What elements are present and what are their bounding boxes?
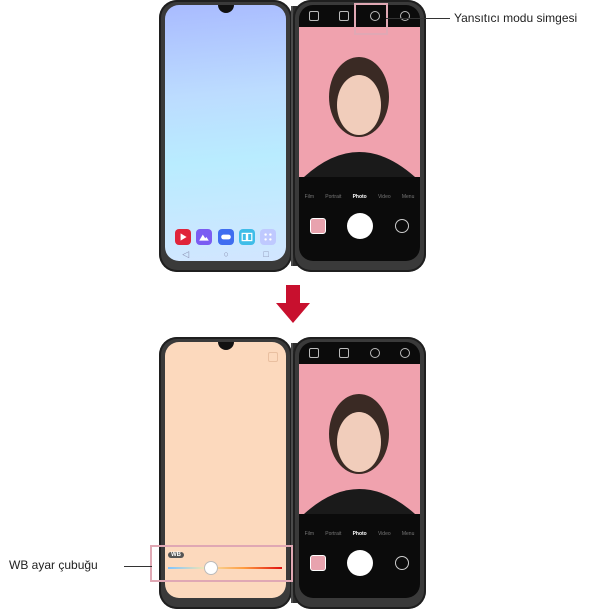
mode-menu[interactable]: Menu — [402, 194, 415, 200]
portrait-image — [304, 57, 415, 177]
back-icon[interactable]: ◁ — [182, 249, 189, 260]
app-dock — [175, 229, 276, 245]
mode-film[interactable]: Film — [305, 531, 314, 537]
mirror-mode-small-icon[interactable] — [268, 352, 278, 362]
mode-video[interactable]: Video — [378, 531, 391, 537]
camera-top-bar — [299, 342, 420, 364]
gallery-icon[interactable] — [196, 229, 213, 245]
mirror-icon-highlight — [354, 3, 388, 35]
flash-icon[interactable] — [339, 348, 350, 358]
mode-video[interactable]: Video — [378, 194, 391, 200]
settings-icon[interactable] — [309, 348, 320, 358]
recents-icon[interactable]: □ — [263, 249, 268, 260]
shutter-button[interactable] — [347, 550, 374, 576]
mirror-mode-icon[interactable] — [369, 348, 380, 358]
youtube-icon[interactable] — [175, 229, 191, 245]
mode-photo[interactable]: Photo — [353, 531, 367, 537]
arrow-down-icon — [276, 285, 310, 323]
mode-menu[interactable]: Menu — [402, 531, 415, 537]
shutter-button[interactable] — [347, 213, 374, 239]
mode-photo[interactable]: Photo — [353, 194, 367, 200]
gallery-thumbnail[interactable] — [309, 218, 326, 234]
mode-film[interactable]: Film — [305, 194, 314, 200]
mode-selector: Film Portrait Photo Video Menu — [299, 531, 420, 537]
switch-camera-icon[interactable] — [395, 556, 410, 570]
wb-bar-highlight — [150, 545, 293, 582]
right-phone-body-mirror: Film Portrait Photo Video Menu — [293, 337, 426, 609]
notch — [217, 5, 234, 13]
gallery-thumbnail[interactable] — [309, 555, 326, 571]
camera-preview — [299, 364, 420, 514]
left-phone-body: ◁ ○ □ — [159, 0, 292, 272]
mode-portrait[interactable]: Portrait — [325, 194, 341, 200]
home-icon[interactable]: ○ — [224, 249, 229, 260]
left-home-screen: ◁ ○ □ — [165, 5, 286, 261]
mode-selector: Film Portrait Photo Video Menu — [299, 194, 420, 200]
shutter-row — [299, 213, 420, 239]
wb-bar-callout: WB ayar çubuğu — [9, 558, 98, 572]
callout-line-mirror — [386, 18, 450, 19]
camera-preview — [299, 27, 420, 177]
flash-icon[interactable] — [339, 11, 350, 21]
notch — [217, 342, 234, 350]
portrait-image — [304, 394, 415, 514]
dual-screen-icon[interactable] — [238, 229, 255, 245]
camera-screen-mirror: Film Portrait Photo Video Menu — [299, 342, 420, 598]
apps-icon[interactable] — [260, 229, 276, 245]
shutter-row — [299, 550, 420, 576]
timer-icon[interactable] — [399, 11, 410, 21]
timer-icon[interactable] — [399, 348, 410, 358]
callout-line-wb — [124, 566, 152, 567]
mirror-mode-callout: Yansıtıcı modu simgesi — [454, 11, 578, 25]
camera-screen: Film Portrait Photo Video Menu — [299, 5, 420, 261]
switch-camera-icon[interactable] — [395, 219, 410, 233]
settings-icon[interactable] — [309, 11, 320, 21]
game-icon[interactable] — [217, 229, 234, 245]
right-phone-body: Film Portrait Photo Video Menu — [293, 0, 426, 272]
mode-portrait[interactable]: Portrait — [325, 531, 341, 537]
nav-bar: ◁ ○ □ — [165, 249, 286, 260]
